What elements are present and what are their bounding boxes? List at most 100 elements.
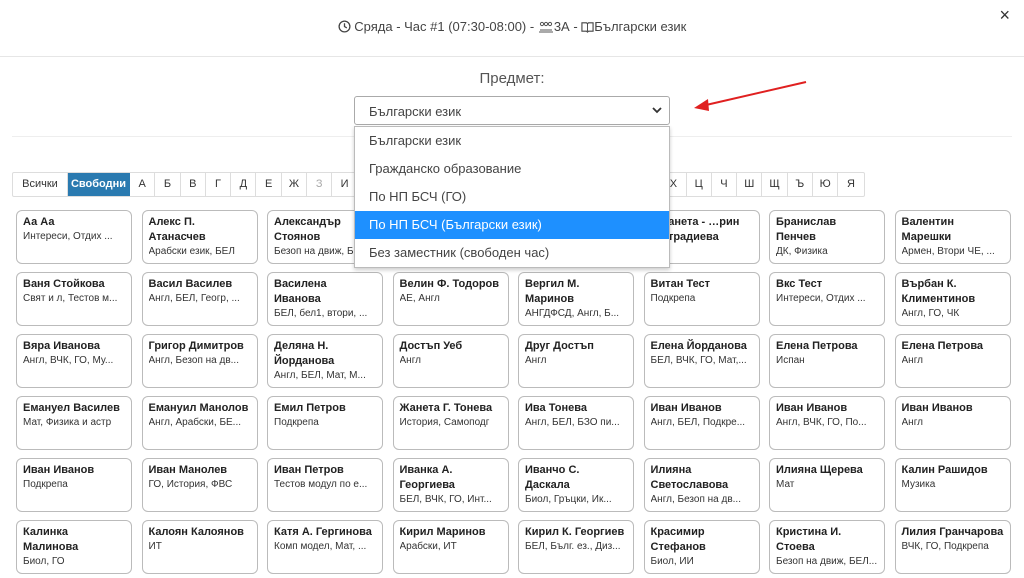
subject-option[interactable]: Без заместник (свободен час) bbox=[355, 239, 669, 267]
teacher-card[interactable]: Достъп Уеб Англ bbox=[392, 334, 509, 388]
teacher-card[interactable]: Иван Иванов Англ bbox=[894, 396, 1011, 450]
teacher-card[interactable]: Емануел Василев Мат, Физика и астр bbox=[16, 396, 132, 450]
teacher-card[interactable]: Васил Василев Англ, БЕЛ, Геогр, ... bbox=[141, 272, 258, 326]
teacher-card[interactable]: Елена Йорданова БЕЛ, ВЧК, ГО, Мат,... bbox=[643, 334, 760, 388]
teacher-name: Лилия Гранчарова bbox=[901, 526, 1004, 538]
filter-letter[interactable]: Ж bbox=[282, 173, 308, 196]
filter-letter[interactable]: Е bbox=[256, 173, 282, 196]
close-button[interactable]: × bbox=[999, 6, 1010, 24]
teacher-card[interactable]: Ива Тонева Англ, БЕЛ, БЗО пи... bbox=[518, 396, 634, 450]
filter-letter[interactable]: Ш bbox=[737, 173, 763, 196]
teacher-subjects: Англ bbox=[901, 355, 923, 366]
filter-letter[interactable]: Щ bbox=[762, 173, 788, 196]
teacher-name: Велин Ф. Тодоров bbox=[399, 278, 500, 290]
teacher-card[interactable]: Иван Манолев ГО, История, ФВС bbox=[141, 458, 258, 512]
teacher-card[interactable]: Иван Иванов Подкрепа bbox=[16, 458, 132, 512]
teacher-name: Вяра Иванова bbox=[23, 340, 100, 352]
teacher-card[interactable]: Иванка А. Георгиева БЕЛ, ВЧК, ГО, Инт... bbox=[392, 458, 509, 512]
teacher-card[interactable]: Калин Рашидов Музика bbox=[894, 458, 1011, 512]
teacher-card[interactable]: Друг Достъп Англ bbox=[518, 334, 634, 388]
teacher-card[interactable]: Емил Петров Подкрепа bbox=[267, 396, 383, 450]
teacher-card[interactable]: Вкс Тест Интереси, Отдих ... bbox=[769, 272, 885, 326]
teacher-card[interactable]: Красимир Стефанов Биол, ИИ bbox=[643, 520, 760, 574]
teacher-subjects: Подкрепа bbox=[23, 479, 68, 490]
filter-letter[interactable]: Б bbox=[155, 173, 181, 196]
teacher-subjects: Интереси, Отдих ... bbox=[776, 293, 866, 304]
teacher-card[interactable]: Деляна Н. Йорданова Англ, БЕЛ, Мат, М... bbox=[267, 334, 383, 388]
teacher-name: Иванчо С. Даскала bbox=[525, 464, 580, 491]
teacher-card[interactable]: Жанета Г. Тонева История, Самоподг bbox=[392, 396, 509, 450]
teacher-subjects: Англ bbox=[399, 355, 421, 366]
teacher-card[interactable]: Вергил М. Маринов АНГДФСД, Англ, Б... bbox=[518, 272, 634, 326]
teacher-card[interactable]: Елена Петрова Испан bbox=[769, 334, 885, 388]
teacher-subjects: Англ, БЕЛ, Мат, М... bbox=[274, 370, 366, 381]
lesson-title: Сряда - Час #1 (07:30-08:00) - 3А - Бълг… bbox=[0, 19, 1024, 34]
teacher-card[interactable]: Елена Петрова Англ bbox=[894, 334, 1011, 388]
teacher-name: Деляна Н. Йорданова bbox=[274, 340, 335, 367]
teacher-card[interactable]: Иван Иванов Англ, БЕЛ, Подкре... bbox=[643, 396, 760, 450]
teacher-card[interactable]: Витан Тест Подкрепа bbox=[643, 272, 760, 326]
teacher-card[interactable]: Кирил К. Георгиев БЕЛ, Бълг. ез., Диз... bbox=[518, 520, 634, 574]
teacher-name: Елена Петрова bbox=[776, 340, 858, 352]
subject-label: Предмет: bbox=[479, 70, 545, 87]
teacher-card[interactable]: Бранислав Пенчев ДК, Физика bbox=[769, 210, 885, 264]
teacher-card[interactable]: Иван Иванов Англ, ВЧК, ГО, По... bbox=[769, 396, 885, 450]
filter-letter[interactable]: Ю bbox=[813, 173, 839, 196]
class-icon bbox=[538, 21, 553, 33]
teacher-subjects: Арабски, ИТ bbox=[399, 541, 457, 552]
teacher-name: Иван Петров bbox=[274, 464, 344, 476]
teacher-subjects: Интереси, Отдих ... bbox=[23, 231, 113, 242]
teacher-name: Кристина И. Стоева bbox=[776, 526, 842, 553]
filter-letter[interactable]: А bbox=[130, 173, 156, 196]
teacher-card[interactable]: Калинка Малинова Биол, ГО bbox=[16, 520, 132, 574]
filter-letter[interactable]: Ъ bbox=[788, 173, 814, 196]
filter-all[interactable]: Всички bbox=[13, 173, 68, 196]
teacher-subjects: Мат bbox=[776, 479, 795, 490]
chevron-down-icon bbox=[652, 107, 662, 114]
subject-option[interactable]: Гражданско образование bbox=[355, 155, 669, 183]
teacher-name: Върбан К. Климентинов bbox=[901, 278, 976, 305]
teacher-card[interactable]: Илияна Щерева Мат bbox=[769, 458, 885, 512]
teacher-name: Иван Иванов bbox=[776, 402, 848, 414]
teacher-name: Друг Достъп bbox=[525, 340, 594, 352]
teacher-card[interactable]: Калоян Калоянов ИТ bbox=[141, 520, 258, 574]
subject-option[interactable]: По НП БСЧ (ГО) bbox=[355, 183, 669, 211]
teacher-card[interactable]: Иванчо С. Даскала Биол, Гръцки, Ик... bbox=[518, 458, 634, 512]
teacher-card[interactable]: Валентин Марешки Армен, Втори ЧЕ, ... bbox=[894, 210, 1011, 264]
teacher-subjects: Англ, Безоп на дв... bbox=[148, 355, 240, 366]
teacher-name: Иван Манолев bbox=[148, 464, 228, 476]
teacher-subjects: ИТ bbox=[148, 541, 162, 552]
teacher-card[interactable]: Василена Иванова БЕЛ, бел1, втори, ... bbox=[267, 272, 383, 326]
teacher-name: Елена Петрова bbox=[901, 340, 984, 352]
teacher-card[interactable]: Илияна Светославова Англ, Безоп на дв... bbox=[643, 458, 760, 512]
teacher-card[interactable]: Върбан К. Климентинов Англ, ГО, ЧК bbox=[894, 272, 1011, 326]
book-icon bbox=[581, 22, 594, 33]
subject-option[interactable]: Български език bbox=[355, 127, 669, 155]
filter-letter[interactable]: Д bbox=[231, 173, 257, 196]
teacher-card[interactable]: Велин Ф. Тодоров АЕ, Англ bbox=[392, 272, 509, 326]
filter-letter[interactable]: Ц bbox=[687, 173, 712, 196]
filter-letter[interactable]: В bbox=[181, 173, 206, 196]
teacher-card[interactable]: Алекс П. Атанасчев Арабски език, БЕЛ bbox=[141, 210, 258, 264]
teacher-name: Алекс П. Атанасчев bbox=[148, 216, 206, 243]
teacher-card[interactable]: Лилия Гранчарова ВЧК, ГО, Подкрепа bbox=[894, 520, 1011, 574]
teacher-card[interactable]: Иван Петров Тестов модул по е... bbox=[267, 458, 383, 512]
teacher-card[interactable]: Кирил Маринов Арабски, ИТ bbox=[392, 520, 509, 574]
teacher-card[interactable]: Емануил Манолов Англ, Арабски, БЕ... bbox=[141, 396, 258, 450]
subject-name: Български език bbox=[594, 19, 687, 34]
teacher-card[interactable]: Кристина И. Стоева Безоп на движ, БЕЛ... bbox=[769, 520, 885, 574]
teacher-card[interactable]: Ваня Стойкова Свят и л, Тестов м... bbox=[16, 272, 132, 326]
teacher-name: Ива Тонева bbox=[525, 402, 587, 414]
teacher-card[interactable]: Григор Димитров Англ, Безоп на дв... bbox=[141, 334, 258, 388]
subject-select[interactable]: Български език bbox=[354, 96, 670, 125]
filter-letter[interactable]: Ч bbox=[712, 173, 738, 196]
filter-letter[interactable]: Г bbox=[206, 173, 232, 196]
filter-letter[interactable]: Я bbox=[838, 173, 863, 196]
subject-option[interactable]: По НП БСЧ (Български език) bbox=[355, 211, 669, 239]
filter-free[interactable]: Свободни bbox=[68, 173, 130, 196]
teacher-card[interactable]: Аа Аа Интереси, Отдих ... bbox=[16, 210, 132, 264]
teacher-card[interactable]: Вяра Иванова Англ, ВЧК, ГО, Му... bbox=[16, 334, 132, 388]
teacher-name: Иван Иванов bbox=[23, 464, 95, 476]
filter-letter[interactable]: З bbox=[307, 173, 333, 196]
teacher-card[interactable]: Катя А. Гергинова Комп модел, Мат, ... bbox=[267, 520, 383, 574]
